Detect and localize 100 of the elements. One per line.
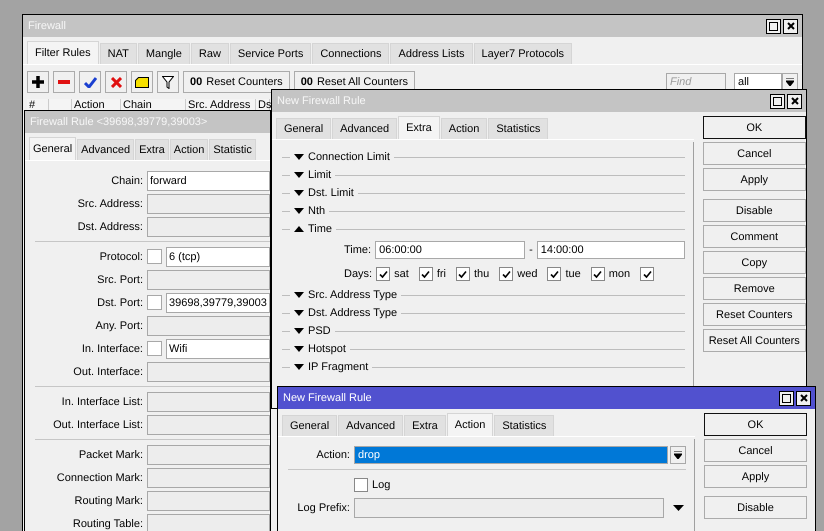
ok-button[interactable]: OK bbox=[704, 413, 807, 436]
expand-caret-icon[interactable] bbox=[294, 310, 304, 316]
checkbox[interactable] bbox=[418, 267, 433, 281]
input-field[interactable]: 14:00:00 bbox=[536, 241, 685, 259]
collapse-caret-icon[interactable] bbox=[294, 226, 304, 232]
tab[interactable]: Statistic bbox=[209, 139, 256, 160]
dialog-button[interactable]: Comment bbox=[702, 225, 806, 248]
dropdown-caret-icon[interactable] bbox=[673, 504, 684, 510]
filter-button[interactable] bbox=[157, 71, 179, 93]
tab[interactable]: Service Ports bbox=[230, 43, 312, 64]
input-field[interactable] bbox=[147, 414, 270, 434]
disable-button[interactable] bbox=[105, 71, 127, 93]
field-label: Routing Table: bbox=[72, 518, 143, 530]
action-select[interactable]: drop bbox=[354, 446, 668, 464]
dialog-button[interactable]: Remove bbox=[702, 277, 806, 300]
input-field[interactable]: forward bbox=[147, 170, 270, 190]
tab[interactable]: Statistics bbox=[494, 415, 554, 436]
tab[interactable]: Extra bbox=[398, 116, 440, 139]
invert-checkbox[interactable] bbox=[147, 249, 162, 264]
input-field[interactable] bbox=[147, 514, 270, 531]
dropdown-button[interactable] bbox=[670, 446, 686, 464]
expand-caret-icon[interactable] bbox=[294, 154, 304, 160]
close-icon bbox=[800, 394, 808, 402]
invert-checkbox[interactable] bbox=[147, 341, 162, 356]
tab[interactable]: Layer7 Protocols bbox=[474, 43, 572, 64]
close-button[interactable] bbox=[796, 390, 811, 406]
tab[interactable]: Action bbox=[446, 413, 494, 436]
checkbox-label: thu bbox=[474, 268, 490, 280]
input-field[interactable] bbox=[147, 444, 270, 464]
dialog-button[interactable]: Cancel bbox=[704, 439, 807, 462]
tab[interactable]: Statistics bbox=[488, 118, 548, 139]
input-field[interactable] bbox=[147, 490, 270, 510]
input-field[interactable]: 39698,39779,39003 bbox=[166, 292, 270, 312]
tab[interactable]: General bbox=[29, 137, 76, 160]
tab[interactable]: Filter Rules bbox=[27, 41, 99, 64]
dialog-button[interactable]: Copy bbox=[702, 251, 806, 274]
remove-button[interactable] bbox=[53, 71, 75, 93]
section-label: Src. Address Type bbox=[308, 289, 398, 301]
maximize-button[interactable] bbox=[770, 94, 785, 108]
input-field[interactable]: 06:00:00 bbox=[375, 241, 526, 259]
field-label: Days: bbox=[344, 268, 372, 280]
input-field[interactable] bbox=[354, 498, 664, 518]
maximize-button[interactable] bbox=[779, 390, 794, 406]
checkbox[interactable] bbox=[456, 267, 470, 281]
ok-button[interactable]: OK bbox=[702, 116, 806, 139]
dialog-button[interactable]: Apply bbox=[702, 168, 806, 191]
dialog-button[interactable]: Disable bbox=[704, 496, 807, 519]
tab[interactable]: NAT bbox=[100, 43, 137, 64]
tab[interactable]: Advanced bbox=[332, 118, 398, 139]
input-field[interactable]: 6 (tcp) bbox=[166, 246, 270, 266]
dialog-button[interactable]: Cancel bbox=[702, 142, 806, 165]
checkbox[interactable] bbox=[354, 478, 368, 492]
close-icon bbox=[786, 22, 794, 30]
tab[interactable]: Address Lists bbox=[390, 43, 473, 64]
toolbar-button[interactable]: 00 Reset Counters bbox=[183, 71, 290, 93]
checkbox[interactable] bbox=[590, 267, 605, 281]
input-field[interactable] bbox=[147, 270, 270, 290]
checkbox[interactable] bbox=[376, 267, 390, 281]
expand-caret-icon[interactable] bbox=[294, 346, 304, 352]
tab[interactable]: Connections bbox=[312, 43, 390, 64]
checkbox[interactable] bbox=[499, 267, 514, 281]
enable-button[interactable] bbox=[79, 71, 101, 93]
input-field[interactable] bbox=[147, 194, 270, 214]
expand-caret-icon[interactable] bbox=[294, 190, 304, 196]
tab[interactable]: Extra bbox=[404, 415, 446, 436]
expand-caret-icon[interactable] bbox=[294, 172, 304, 178]
checkbox-label: wed bbox=[517, 268, 538, 280]
input-field[interactable] bbox=[147, 468, 270, 488]
checkbox[interactable] bbox=[547, 267, 562, 281]
maximize-button[interactable] bbox=[766, 18, 781, 34]
expand-caret-icon[interactable] bbox=[294, 364, 304, 370]
dialog-button[interactable]: Apply bbox=[704, 465, 807, 488]
dialog-button[interactable]: Reset All Counters bbox=[702, 329, 806, 352]
input-field[interactable] bbox=[147, 216, 270, 236]
close-button[interactable] bbox=[783, 18, 798, 34]
add-button[interactable] bbox=[27, 71, 49, 93]
expand-caret-icon[interactable] bbox=[294, 328, 304, 334]
tab[interactable]: Raw bbox=[190, 43, 229, 64]
tab[interactable]: General bbox=[276, 118, 332, 139]
close-button[interactable] bbox=[787, 94, 802, 108]
input-field[interactable] bbox=[147, 316, 270, 336]
invert-checkbox[interactable] bbox=[147, 295, 162, 310]
input-field[interactable] bbox=[147, 362, 270, 382]
comment-button[interactable] bbox=[131, 71, 153, 93]
field-label: Log Prefix: bbox=[296, 502, 350, 514]
input-field[interactable] bbox=[147, 392, 270, 412]
dialog-button[interactable]: Reset Counters bbox=[702, 303, 806, 326]
tab[interactable]: Advanced bbox=[338, 415, 404, 436]
expand-caret-icon[interactable] bbox=[294, 292, 304, 298]
input-field[interactable]: Wifi bbox=[166, 338, 270, 358]
tab[interactable]: Advanced bbox=[77, 139, 134, 160]
checkbox[interactable] bbox=[640, 267, 654, 281]
tab[interactable]: Action bbox=[170, 139, 208, 160]
expand-caret-icon[interactable] bbox=[294, 208, 304, 214]
field-label: In. Interface List: bbox=[60, 396, 143, 408]
tab[interactable]: General bbox=[282, 415, 338, 436]
tab[interactable]: Mangle bbox=[138, 43, 190, 64]
tab[interactable]: Extra bbox=[135, 139, 169, 160]
dialog-button[interactable]: Disable bbox=[702, 199, 806, 222]
tab[interactable]: Action bbox=[440, 118, 488, 139]
